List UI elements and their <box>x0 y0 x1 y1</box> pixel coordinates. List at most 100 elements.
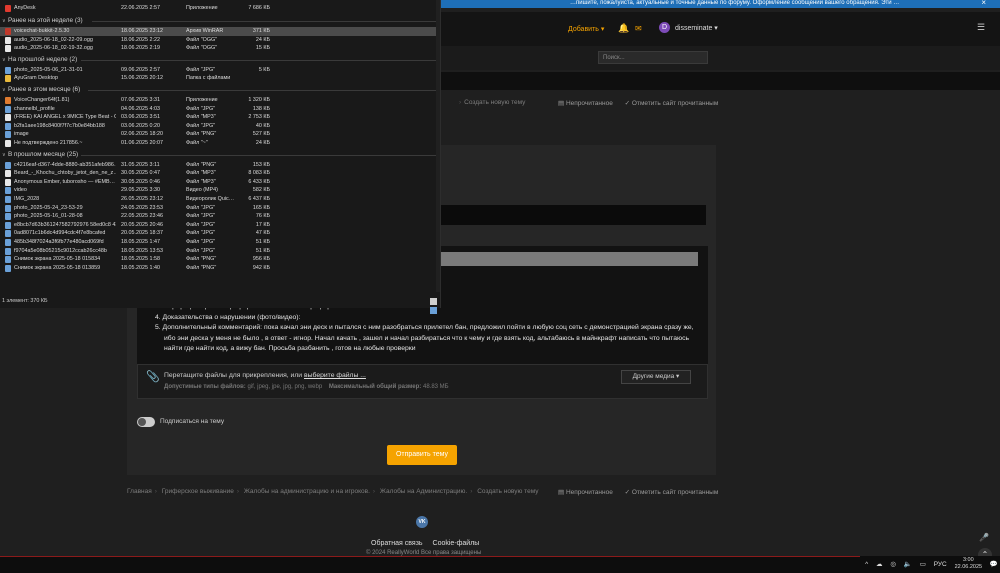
view-buttons <box>428 298 440 316</box>
avatar[interactable]: D <box>659 22 670 33</box>
file-name: AnyDesk <box>14 5 36 11</box>
breadcrumb-bottom: Главная › Гриферское выживание › Жалобы на… <box>127 488 539 495</box>
subscribe-label: Подписаться на тему <box>160 418 225 425</box>
language-indicator[interactable]: РУС <box>934 557 947 573</box>
group-header[interactable]: ∨ На прошлой неделе (2) <box>0 55 440 65</box>
file-size: 15 КБ <box>255 45 270 52</box>
title-input[interactable] <box>440 205 706 225</box>
taskbar-accent-line <box>0 556 860 557</box>
details-view-icon[interactable] <box>430 298 437 305</box>
tray-chevron-icon[interactable]: ^ <box>865 557 868 573</box>
file-icon <box>5 66 11 74</box>
file-size: 7 686 КБ <box>248 5 270 11</box>
file-icon <box>5 36 11 44</box>
breadcrumb-item[interactable]: Жалобы на Администрацию. <box>380 488 467 495</box>
more-media-button[interactable]: Другие медиа ▾ <box>621 370 691 384</box>
file-name: Снимок экрана 2025-05-18 013859 <box>14 264 101 271</box>
menu-icon[interactable]: ☰ <box>977 22 985 33</box>
clock[interactable]: 3:00 22.06.2025 <box>955 557 983 571</box>
file-type: Папка с файлами <box>186 75 231 82</box>
file-name: AyuGram Desktop <box>14 75 58 82</box>
file-icon <box>5 114 11 122</box>
scrollbar[interactable] <box>436 0 440 292</box>
file-icon <box>5 105 11 113</box>
feedback-link[interactable]: Обратная связь <box>371 540 423 547</box>
search-input[interactable]: Поиск... <box>598 51 708 64</box>
attachment-zone[interactable]: 📎 Перетащите файлы для прикрепления, или… <box>137 364 708 399</box>
notifications-icon[interactable]: 💬 <box>990 557 998 573</box>
chevron-down-icon[interactable]: ∨ <box>2 16 6 26</box>
group-divider <box>91 21 436 22</box>
notice-banner-text: …пишите, пожалуйста, актуальные и точные… <box>570 0 900 6</box>
cookie-link[interactable]: Cookie-файлы <box>433 540 480 547</box>
group-header[interactable]: ∨ В прошлом месяце (25) <box>0 150 440 160</box>
breadcrumb-item[interactable]: Жалобы на администрацию и на игроков. <box>244 488 370 495</box>
status-bar: 1 элемент: 370 КБ <box>2 298 48 304</box>
file-row[interactable]: AnyDesk 22.06.2025 2:57 Приложение 7 686… <box>0 4 440 13</box>
footer-links: Обратная связь Cookie-файлы <box>371 540 487 547</box>
file-icon <box>5 97 11 104</box>
editor-toolbar <box>440 252 698 266</box>
file-icon <box>5 239 11 246</box>
breadcrumb-item[interactable]: Главная <box>127 488 152 495</box>
submit-thread-button[interactable]: Отправить тему <box>387 445 457 465</box>
file-explorer-window: AnyDesk 22.06.2025 2:57 Приложение 7 686… <box>0 0 441 314</box>
notice-banner: …пишите, пожалуйста, актуальные и точные… <box>440 0 1000 8</box>
volume-icon[interactable]: 🔈 <box>904 557 912 573</box>
attach-text: Перетащите файлы для прикрепления, или в… <box>164 372 366 379</box>
file-icon <box>5 213 11 221</box>
tiles-view-icon[interactable] <box>430 307 437 314</box>
chevron-down-icon[interactable]: ∨ <box>2 85 6 95</box>
choose-files-link[interactable]: выберите файлы ... <box>304 372 366 379</box>
file-icon <box>5 221 11 229</box>
file-size: 942 КБ <box>252 264 270 271</box>
file-size: 24 КБ <box>255 140 270 146</box>
breadcrumb-create-thread[interactable]: Создать новую тему <box>464 99 525 106</box>
file-icon <box>5 178 11 186</box>
breadcrumb-item[interactable]: Создать новую тему <box>477 488 538 495</box>
file-icon <box>5 204 11 212</box>
chevron-down-icon[interactable]: ∨ <box>2 150 6 160</box>
battery-icon[interactable]: ▭ <box>920 557 926 573</box>
chevron-down-icon[interactable]: ∨ <box>2 55 6 65</box>
bottom-right-links: ▤ Непрочитанное ✓ Отметить сайт прочитан… <box>548 488 718 496</box>
unread-link[interactable]: ▤ Непрочитанное <box>558 100 613 107</box>
editor-line: 5. Дополнительный комментарий: пока кача… <box>155 324 694 331</box>
breadcrumb-top: › Создать новую тему <box>459 99 526 106</box>
file-icon <box>5 161 11 169</box>
file-icon <box>5 75 11 83</box>
file-name: Не подтверждено 217856.~ <box>14 140 83 146</box>
file-icon <box>5 45 11 53</box>
file-row[interactable]: AyuGram Desktop 15.06.2025 20:12 Папка с ф… <box>0 74 440 83</box>
taskbar: ^ ☁ ◎ 🔈 ▭ РУС 3:00 22.06.2025 💬 <box>0 556 1000 573</box>
vk-icon[interactable]: VK <box>416 516 428 528</box>
file-icon <box>5 28 11 35</box>
file-row[interactable]: Не подтверждено 217856.~ 01.06.2025 20:07… <box>0 139 440 148</box>
file-icon <box>5 264 11 272</box>
bell-icon[interactable]: 🔔 <box>618 23 629 34</box>
mark-read-link[interactable]: ✓ Отметить сайт прочитанным <box>625 489 719 496</box>
file-icon <box>5 196 11 203</box>
file-type: Файл "~" <box>186 140 208 146</box>
unread-link[interactable]: ▤ Непрочитанное <box>558 489 613 496</box>
system-tray: ^ ☁ ◎ 🔈 ▭ РУС 3:00 22.06.2025 💬 <box>859 557 998 573</box>
file-row[interactable]: Снимок экрана 2025-05-18 013859 18.05.202… <box>0 264 440 273</box>
file-date: 18.06.2025 2:19 <box>121 45 160 52</box>
username-menu[interactable]: disseminate ▾ <box>675 24 718 32</box>
microphone-icon[interactable]: 🎤 <box>979 533 989 542</box>
group-header[interactable]: ∨ Ранее на этой неделе (3) <box>0 16 440 26</box>
file-row[interactable]: audio_2025-06-18_02-19-32.ogg 18.06.2025 … <box>0 44 440 53</box>
cloud-icon[interactable]: ☁ <box>876 557 883 573</box>
add-menu-button[interactable]: Добавить ▾ <box>568 25 604 33</box>
mark-read-link[interactable]: ✓ Отметить сайт прочитанным <box>625 100 719 107</box>
breadcrumb-item[interactable]: Гриферское выживание <box>162 488 234 495</box>
subscribe-toggle[interactable] <box>137 417 155 427</box>
group-header[interactable]: ∨ Ранее в этом месяце (6) <box>0 85 440 95</box>
file-name: audio_2025-06-18_02-19-32.ogg <box>14 45 93 52</box>
mail-icon[interactable]: ✉ <box>635 24 642 33</box>
wifi-icon[interactable]: ◎ <box>890 557 896 573</box>
close-icon[interactable]: × <box>981 0 986 7</box>
attach-limits: Допустимые типы файлов: gif, jpeg, jpe, … <box>164 384 449 390</box>
nav-band <box>440 72 1000 90</box>
file-icon <box>5 140 11 147</box>
